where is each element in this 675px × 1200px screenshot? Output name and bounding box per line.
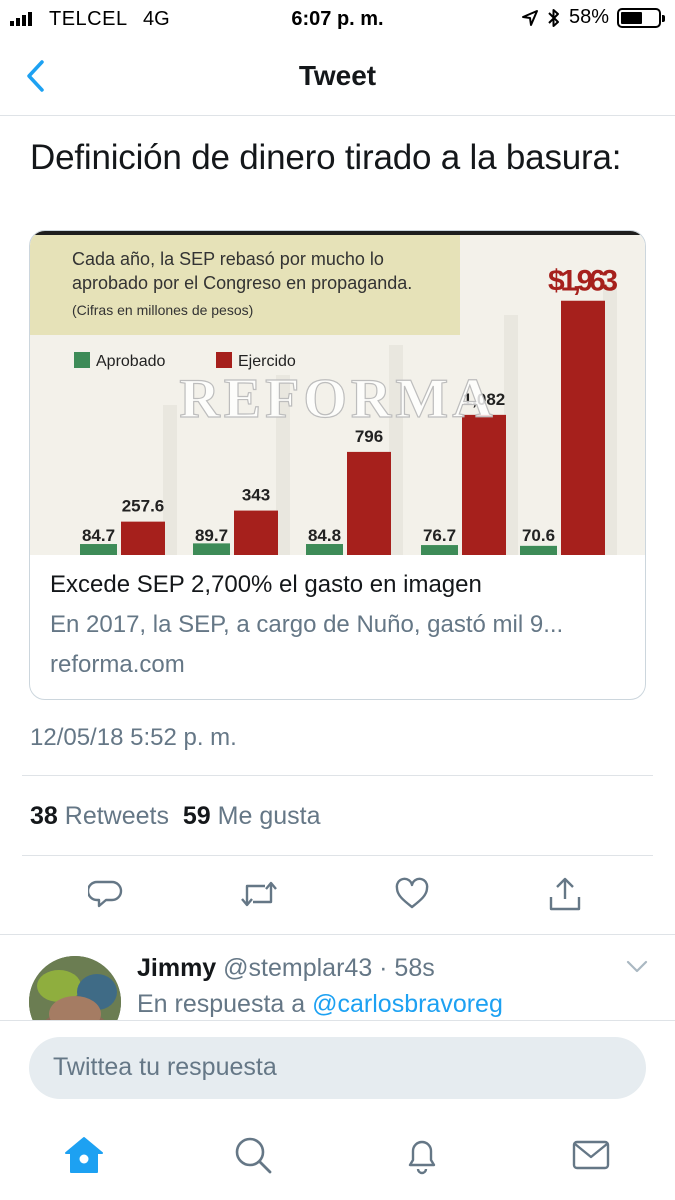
- battery-icon: [617, 7, 665, 28]
- reply-context-prefix: En respuesta a: [137, 990, 306, 1018]
- data-label-aprobado-5: 70.6: [522, 526, 555, 545]
- data-label-aprobado-1: 84.7: [82, 526, 115, 545]
- bar-ejercido-5: [561, 300, 605, 555]
- bluetooth-icon: [548, 8, 559, 27]
- bar-ejercido-4: [462, 414, 506, 555]
- likes-label[interactable]: Me gusta: [218, 802, 321, 830]
- bar-ejercido-1: [121, 521, 165, 555]
- likes-count[interactable]: 59: [183, 802, 211, 830]
- reply-author[interactable]: Jimmy @stemplar43 · 58s: [137, 954, 435, 983]
- retweets-count[interactable]: 38: [30, 802, 58, 830]
- bar-aprobado-4: [421, 545, 458, 555]
- bar-chart: Cada año, la SEP rebasó por mucho lo apr…: [30, 235, 618, 555]
- location-arrow-icon: [521, 9, 538, 26]
- data-label-aprobado-3: 84.8: [308, 526, 341, 545]
- bar-aprobado-1: [80, 544, 117, 555]
- data-label-ejercido-1: 257.6: [122, 497, 165, 516]
- reply-icon[interactable]: [82, 870, 130, 918]
- divider: [0, 934, 675, 935]
- nav-bar: Tweet: [0, 40, 675, 116]
- battery-level: [621, 11, 642, 24]
- messages-icon[interactable]: [569, 1133, 613, 1177]
- tweet-stats: 38 Retweets 59 Me gusta: [30, 802, 321, 831]
- share-icon[interactable]: [541, 870, 589, 918]
- background-pillar: [504, 315, 518, 555]
- tweet-text: Definición de dinero tirado a la basura:: [30, 138, 622, 177]
- card-description: En 2017, la SEP, a cargo de Nuño, gastó …: [50, 611, 564, 638]
- reply-author-name[interactable]: Jimmy: [137, 954, 216, 982]
- card-image[interactable]: Cada año, la SEP rebasó por mucho lo apr…: [30, 231, 645, 555]
- bar-aprobado-3: [306, 544, 343, 555]
- chevron-down-icon[interactable]: [625, 958, 649, 976]
- caption-line3: (Cifras en millones de pesos): [72, 302, 253, 318]
- data-label-ejercido-5: $1,963: [548, 265, 618, 298]
- legend-swatch-ejercido: [216, 352, 232, 368]
- legend-label-aprobado: Aprobado: [96, 353, 165, 370]
- bar-aprobado-5: [520, 545, 557, 555]
- divider: [22, 855, 653, 856]
- caption-line1: Cada año, la SEP rebasó por mucho lo: [72, 249, 384, 269]
- retweets-label[interactable]: Retweets: [65, 802, 169, 830]
- tweet-actions: [0, 870, 675, 918]
- data-label-ejercido-2: 343: [242, 486, 270, 505]
- link-card[interactable]: Cada año, la SEP rebasó por mucho lo apr…: [29, 230, 646, 700]
- divider: [22, 775, 653, 776]
- reply-mention-link[interactable]: @carlosbravoreg: [312, 990, 503, 1018]
- reply-context: En respuesta a @carlosbravoreg: [137, 990, 503, 1019]
- status-bar: TELCEL 4G 6:07 p. m. 58%: [0, 0, 675, 40]
- card-domain: reforma.com: [50, 651, 185, 678]
- reply-author-handle: @stemplar43 · 58s: [223, 954, 435, 982]
- bar-aprobado-2: [193, 543, 230, 555]
- search-icon[interactable]: [231, 1133, 275, 1177]
- retweet-icon[interactable]: [235, 870, 283, 918]
- data-label-aprobado-4: 76.7: [423, 526, 456, 545]
- like-icon[interactable]: [388, 870, 436, 918]
- card-title[interactable]: Excede SEP 2,700% el gasto en imagen: [50, 571, 482, 599]
- tweet-timestamp: 12/05/18 5:52 p. m.: [30, 724, 237, 751]
- watermark: REFORMA: [179, 368, 496, 430]
- legend-swatch-aprobado: [74, 352, 90, 368]
- background-pillar: [163, 405, 177, 555]
- reply-input[interactable]: Twittea tu respuesta: [29, 1037, 646, 1099]
- battery-percent: 58%: [568, 6, 609, 28]
- tab-bar: [0, 1125, 675, 1185]
- background-pillar: [603, 285, 617, 555]
- bar-ejercido-2: [234, 510, 278, 555]
- notifications-icon[interactable]: [400, 1133, 444, 1177]
- home-icon[interactable]: [62, 1133, 106, 1177]
- data-label-aprobado-2: 89.7: [195, 526, 228, 545]
- bar-ejercido-3: [347, 451, 391, 555]
- caption-line2: aprobado por el Congreso en propaganda.: [72, 273, 412, 293]
- page-title: Tweet: [298, 60, 377, 91]
